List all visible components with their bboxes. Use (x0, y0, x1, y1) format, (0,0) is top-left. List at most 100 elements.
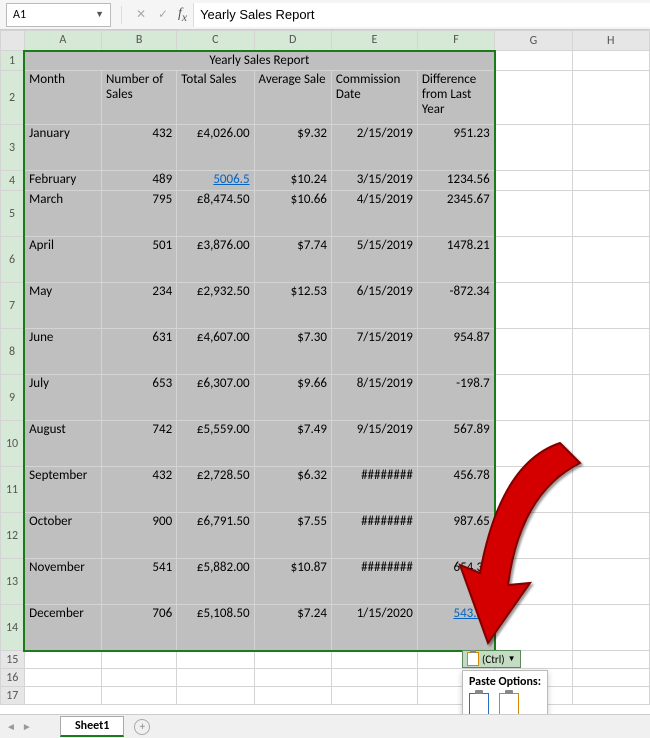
sheet-tab[interactable]: Sheet1 (60, 716, 124, 737)
cell[interactable] (177, 669, 254, 687)
header-cell[interactable]: Number of Sales (101, 71, 176, 125)
data-cell[interactable]: August (24, 421, 101, 467)
data-cell[interactable]: 501 (101, 237, 176, 283)
cell[interactable] (495, 191, 572, 237)
data-cell[interactable]: -872.34 (417, 283, 494, 329)
header-cell[interactable]: Total Sales (177, 71, 254, 125)
column-header-A[interactable]: A (24, 31, 101, 51)
cell[interactable] (572, 71, 649, 125)
cell[interactable] (24, 687, 101, 705)
data-cell[interactable]: 742 (101, 421, 176, 467)
data-cell[interactable]: 795 (101, 191, 176, 237)
data-cell[interactable]: £6,791.50 (177, 513, 254, 559)
data-cell[interactable]: ######## (331, 559, 417, 605)
data-cell[interactable]: ######## (331, 467, 417, 513)
data-cell[interactable]: £6,307.00 (177, 375, 254, 421)
data-cell[interactable]: September (24, 467, 101, 513)
data-cell[interactable]: 456.78 (417, 467, 494, 513)
data-cell[interactable]: $9.32 (254, 125, 331, 171)
data-cell[interactable]: $12.53 (254, 283, 331, 329)
data-cell[interactable]: 954.87 (417, 329, 494, 375)
data-cell[interactable]: October (24, 513, 101, 559)
data-cell[interactable]: -198.7 (417, 375, 494, 421)
data-cell[interactable]: January (24, 125, 101, 171)
select-all-corner[interactable] (1, 31, 25, 51)
cell[interactable] (495, 125, 572, 171)
data-cell[interactable]: 543.21 (417, 605, 494, 651)
cell[interactable] (254, 669, 331, 687)
cell[interactable] (572, 513, 649, 559)
data-cell[interactable]: £4,026.00 (177, 125, 254, 171)
cell[interactable] (572, 51, 649, 71)
data-cell[interactable]: December (24, 605, 101, 651)
cell[interactable] (572, 375, 649, 421)
cell[interactable] (572, 421, 649, 467)
data-cell[interactable]: April (24, 237, 101, 283)
data-cell[interactable]: March (24, 191, 101, 237)
row-header-3[interactable]: 3 (1, 125, 25, 171)
data-cell[interactable]: 951.23 (417, 125, 494, 171)
column-header-C[interactable]: C (177, 31, 254, 51)
cell[interactable] (495, 171, 572, 191)
fx-icon[interactable]: fx (178, 6, 187, 24)
row-header-13[interactable]: 13 (1, 559, 25, 605)
data-cell[interactable]: $10.87 (254, 559, 331, 605)
column-header-G[interactable]: G (495, 31, 572, 51)
cell[interactable] (24, 651, 101, 669)
data-cell[interactable]: 432 (101, 125, 176, 171)
data-cell[interactable]: 2345.67 (417, 191, 494, 237)
chevron-down-icon[interactable]: ▼ (95, 9, 104, 20)
tab-nav-prev-icon[interactable]: ◄ (6, 720, 16, 733)
column-header-D[interactable]: D (254, 31, 331, 51)
cell[interactable] (495, 513, 572, 559)
cell[interactable] (572, 687, 649, 705)
data-cell[interactable]: July (24, 375, 101, 421)
cell[interactable] (331, 669, 417, 687)
cell[interactable] (177, 687, 254, 705)
row-header-6[interactable]: 6 (1, 237, 25, 283)
data-cell[interactable]: 489 (101, 171, 176, 191)
row-header-14[interactable]: 14 (1, 605, 25, 651)
row-header-16[interactable]: 16 (1, 669, 25, 687)
cell[interactable] (24, 669, 101, 687)
data-cell[interactable]: £5,559.00 (177, 421, 254, 467)
cell[interactable] (495, 605, 572, 651)
data-cell[interactable]: ######## (331, 513, 417, 559)
cell[interactable] (572, 669, 649, 687)
data-cell[interactable]: £4,607.00 (177, 329, 254, 375)
cell[interactable] (177, 651, 254, 669)
data-cell[interactable]: 5/15/2019 (331, 237, 417, 283)
row-header-10[interactable]: 10 (1, 421, 25, 467)
cell[interactable] (572, 283, 649, 329)
cell[interactable] (495, 51, 572, 71)
row-header-15[interactable]: 15 (1, 651, 25, 669)
data-cell[interactable]: 1478.21 (417, 237, 494, 283)
data-cell[interactable]: 987.65 (417, 513, 494, 559)
column-header-H[interactable]: H (572, 31, 649, 51)
row-header-17[interactable]: 17 (1, 687, 25, 705)
data-cell[interactable]: 9/15/2019 (331, 421, 417, 467)
header-cell[interactable]: Average Sale (254, 71, 331, 125)
data-cell[interactable]: 234 (101, 283, 176, 329)
data-cell[interactable]: £3,876.00 (177, 237, 254, 283)
tab-nav-next-icon[interactable]: ► (22, 720, 32, 733)
data-cell[interactable]: $7.49 (254, 421, 331, 467)
cell[interactable] (572, 559, 649, 605)
data-cell[interactable]: $7.74 (254, 237, 331, 283)
cell[interactable] (495, 329, 572, 375)
cell[interactable] (331, 651, 417, 669)
data-cell[interactable]: $10.24 (254, 171, 331, 191)
row-header-2[interactable]: 2 (1, 71, 25, 125)
data-cell[interactable]: 567.89 (417, 421, 494, 467)
data-cell[interactable]: 2/15/2019 (331, 125, 417, 171)
data-cell[interactable]: $6.32 (254, 467, 331, 513)
data-cell[interactable]: $10.66 (254, 191, 331, 237)
data-cell[interactable]: $7.55 (254, 513, 331, 559)
cell[interactable] (101, 651, 176, 669)
data-cell[interactable]: $9.66 (254, 375, 331, 421)
data-cell[interactable]: June (24, 329, 101, 375)
name-box[interactable]: A1 ▼ (6, 3, 111, 27)
data-cell[interactable]: May (24, 283, 101, 329)
cell[interactable] (254, 651, 331, 669)
data-cell[interactable]: 3/15/2019 (331, 171, 417, 191)
